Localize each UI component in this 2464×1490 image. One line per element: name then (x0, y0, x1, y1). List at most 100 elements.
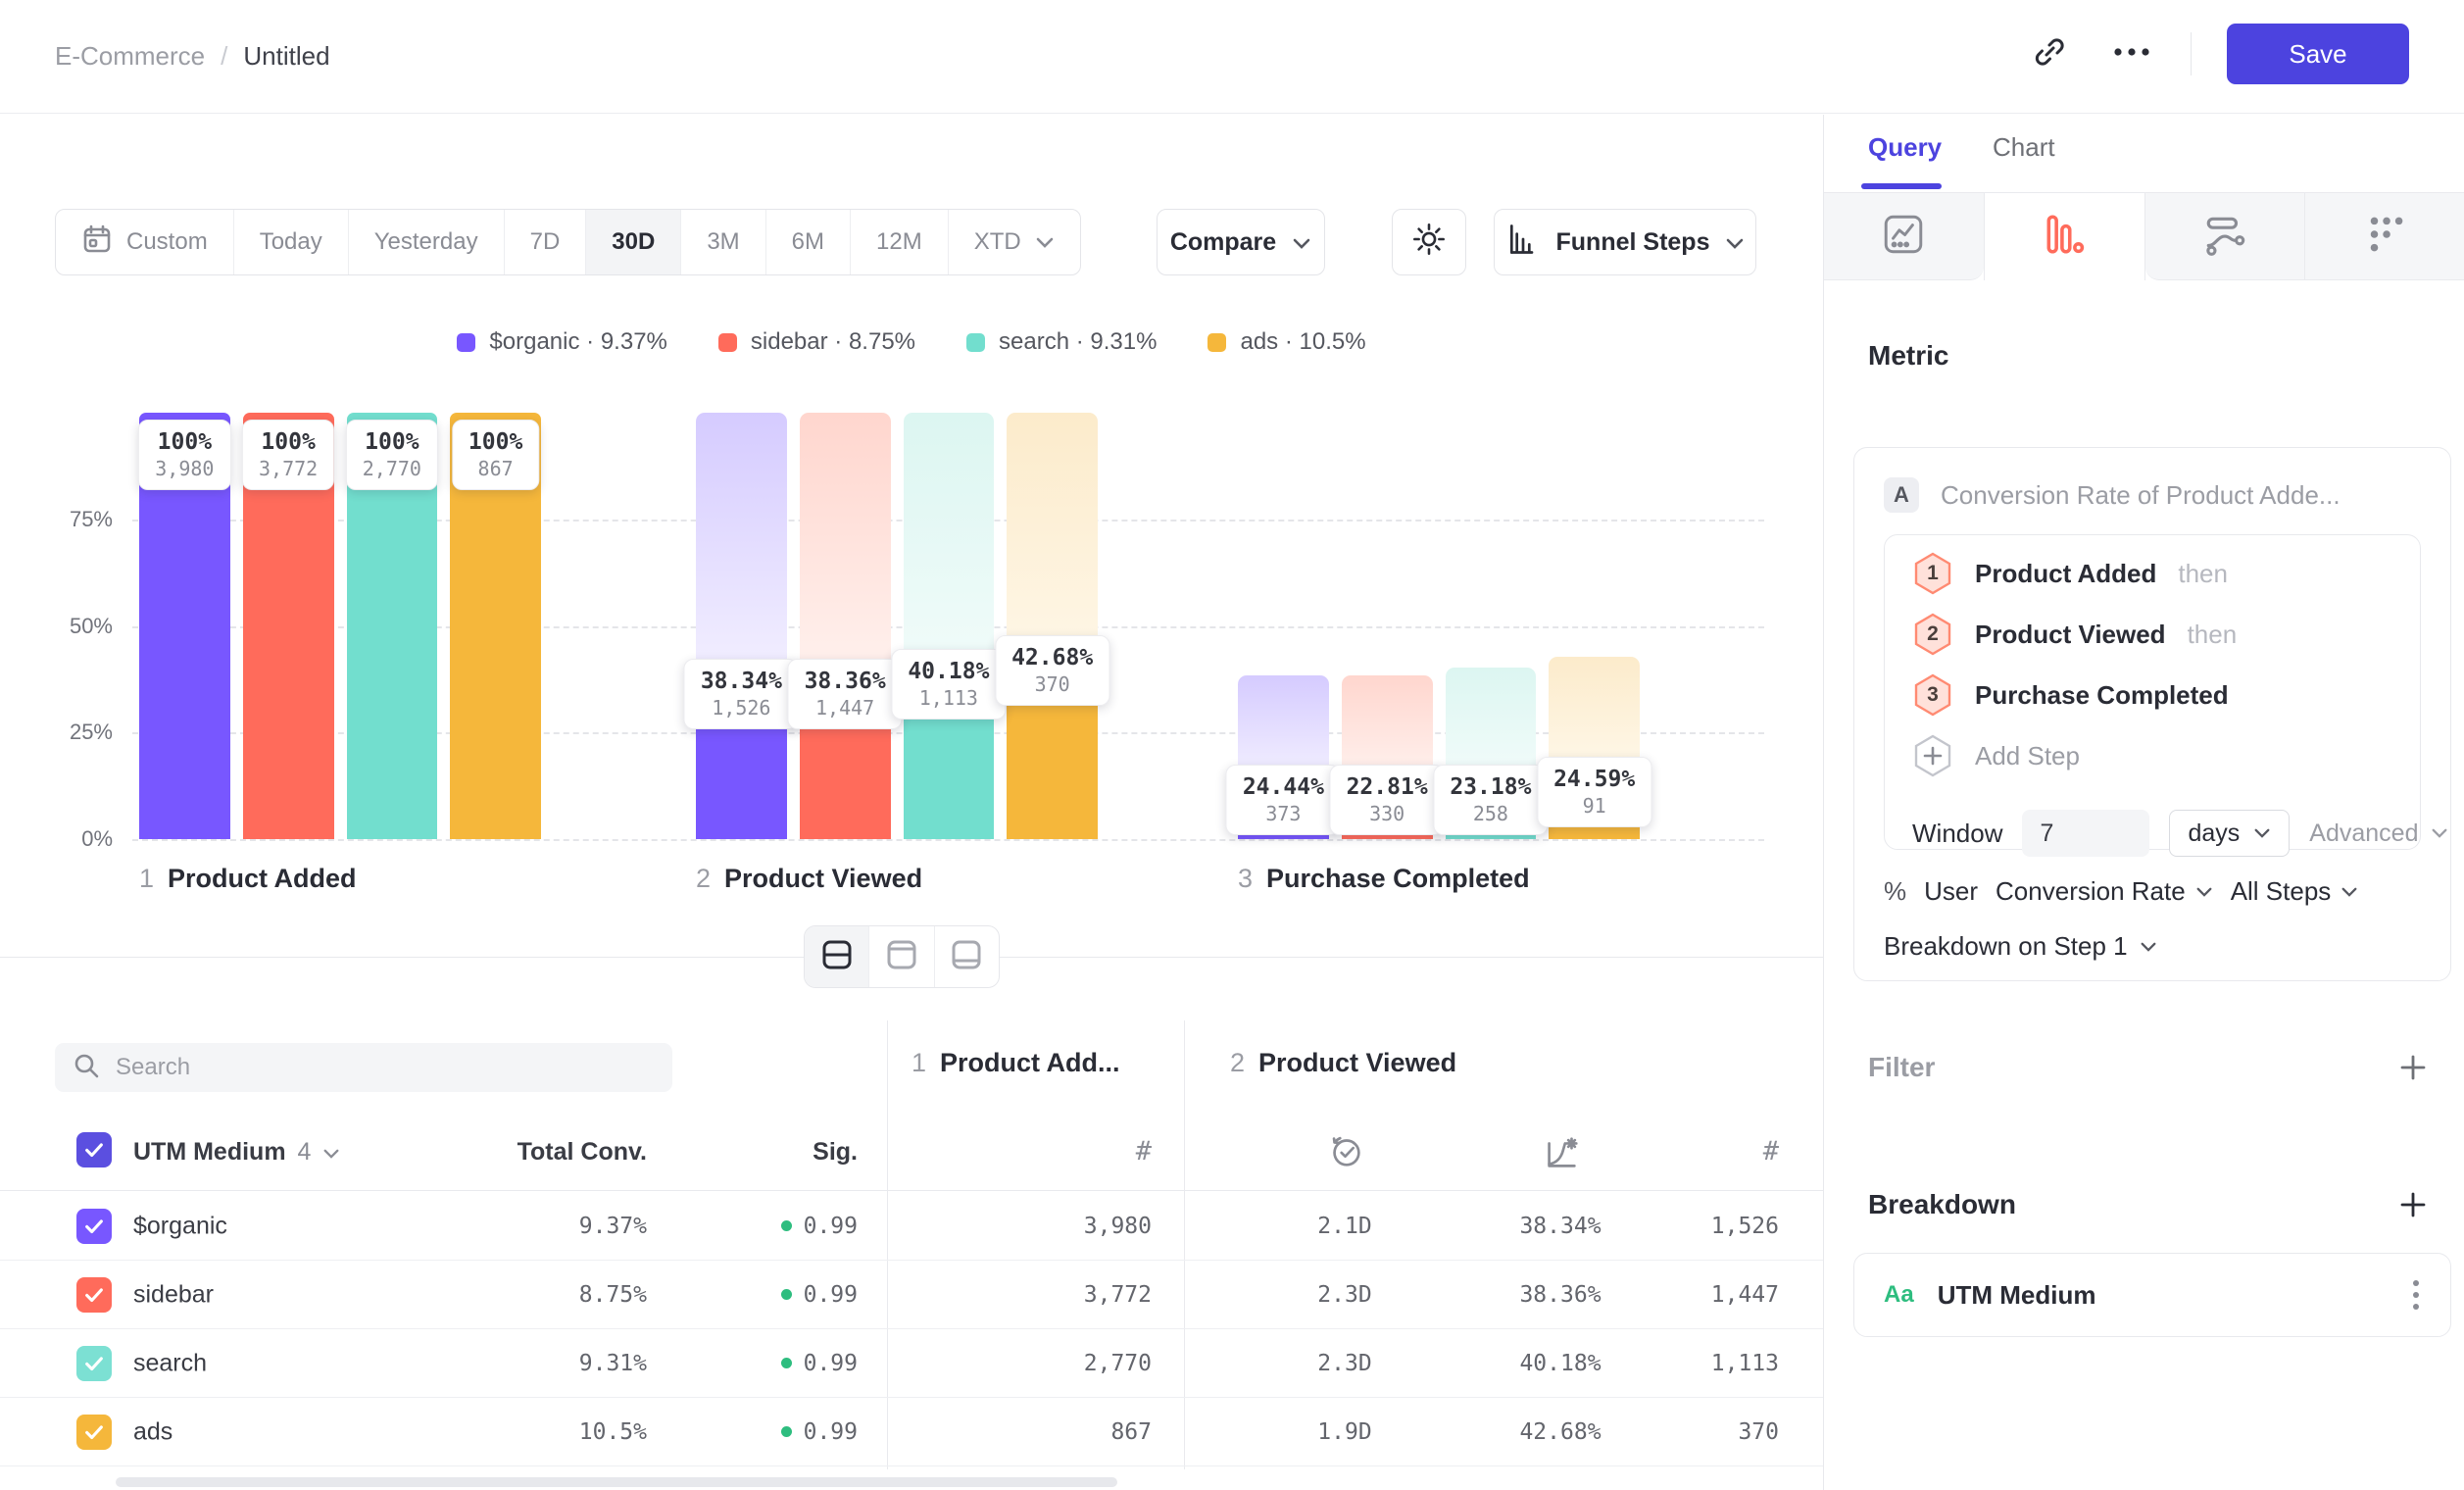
funnel-bar-search[interactable]: 23.18%258 (1446, 413, 1537, 839)
save-button[interactable]: Save (2227, 24, 2409, 84)
significance-value: 0.99 (686, 1282, 858, 1308)
date-range-30d[interactable]: 30D (585, 210, 680, 274)
funnel-bar-search[interactable]: 100%2,770 (347, 413, 438, 839)
step2-count: 1,526 (1656, 1214, 1779, 1239)
retention-chart-tab[interactable] (2304, 192, 2464, 280)
step-axis-label-3: 3Purchase Completed (1238, 864, 1530, 894)
breakdown-property-card[interactable]: Aa UTM Medium (1853, 1253, 2451, 1337)
more-options-button[interactable] (2108, 30, 2155, 77)
percent-icon[interactable]: % (1884, 876, 1906, 907)
legend-item-sidebar[interactable]: sidebar · 8.75% (718, 328, 915, 356)
table-row[interactable]: ads 10.5% 0.99 867 1.9D 42.68% 370 (0, 1398, 1823, 1466)
window-value-input[interactable] (2022, 810, 2149, 857)
table-only-view-button[interactable] (934, 926, 999, 987)
legend-item-ads[interactable]: ads · 10.5% (1207, 328, 1365, 356)
funnel-bar-search[interactable]: 40.18%1,113 (904, 413, 995, 839)
chevron-down-icon (1035, 228, 1055, 256)
steps-scope-dropdown[interactable]: All Steps (2231, 876, 2359, 907)
metric-type-dropdown[interactable]: Conversion Rate (1996, 876, 2213, 907)
count-column-header[interactable]: # (1656, 1136, 1779, 1167)
share-link-button[interactable] (2026, 30, 2073, 77)
tab-chart[interactable]: Chart (1993, 132, 2055, 163)
add-breakdown-button[interactable] (2391, 1183, 2435, 1226)
date-range-xtd[interactable]: XTD (948, 210, 1080, 274)
add-step-label: Add Step (1975, 741, 2080, 771)
compare-button[interactable]: Compare (1157, 209, 1325, 275)
entity-selector[interactable]: User (1924, 876, 1978, 907)
total-conv-column-header[interactable]: Total Conv. (431, 1138, 647, 1167)
funnel-bar-organic[interactable]: 38.34%1,526 (696, 413, 787, 839)
count-column-header[interactable]: # (1019, 1136, 1152, 1167)
funnel-bar-sidebar[interactable]: 100%3,772 (243, 413, 334, 839)
date-range-3m[interactable]: 3M (680, 210, 764, 274)
chevron-down-icon (1292, 228, 1311, 257)
breakdown-on-step-dropdown[interactable]: Breakdown on Step 1 (1884, 931, 2157, 962)
funnel-step-group-2: 38.34%1,526 38.36%1,447 40.18%1,113 42.6… (696, 413, 1098, 839)
add-step-button[interactable]: Add Step (1885, 725, 2420, 786)
breadcrumb-project[interactable]: E-Commerce (55, 41, 205, 72)
add-filter-button[interactable] (2391, 1046, 2435, 1089)
funnel-bar-ads[interactable]: 24.59%91 (1549, 413, 1640, 839)
date-range-custom[interactable]: Custom (56, 210, 233, 274)
funnel-bar-organic[interactable]: 100%3,980 (139, 413, 230, 839)
step1-count: 2,770 (1000, 1351, 1152, 1376)
step-number-badge: 3 (1912, 673, 1953, 717)
funnel-bar-ads[interactable]: 42.68%370 (1007, 413, 1098, 839)
funnel-bar-sidebar[interactable]: 38.36%1,447 (800, 413, 891, 839)
chart-only-view-button[interactable] (868, 926, 933, 987)
funnel-step-3[interactable]: 3 Purchase Completed (1885, 665, 2420, 725)
chart-type-button[interactable]: Funnel Steps (1494, 209, 1756, 275)
funnel-step-2[interactable]: 2 Product Viewed then (1885, 604, 2420, 665)
date-range-12m[interactable]: 12M (850, 210, 948, 274)
date-range-6m[interactable]: 6M (765, 210, 850, 274)
row-checkbox[interactable] (76, 1415, 112, 1450)
split-view-button[interactable] (805, 926, 868, 987)
bar-value-label: 100%2,770 (346, 420, 438, 490)
advanced-label: Advanced (2309, 820, 2418, 848)
date-range-today[interactable]: Today (233, 210, 348, 274)
bar-value-label: 100%867 (452, 420, 539, 490)
metric-title[interactable]: Conversion Rate of Product Adde... (1941, 480, 2341, 511)
breadcrumb-title[interactable]: Untitled (243, 41, 329, 72)
funnel-chart-tab[interactable] (1984, 192, 2145, 280)
chart-settings-button[interactable] (1392, 209, 1466, 275)
avg-time-column-header[interactable] (1325, 1130, 1366, 1176)
layout-view-toggle (804, 925, 1000, 988)
check-icon (83, 1421, 105, 1443)
tab-query[interactable]: Query (1868, 132, 1942, 163)
flow-chart-tab[interactable] (2145, 192, 2305, 280)
table-row[interactable]: $organic 9.37% 0.99 3,980 2.1D 38.34% 1,… (0, 1192, 1823, 1261)
row-checkbox[interactable] (76, 1209, 112, 1244)
funnel-step-group-3: 24.44%373 22.81%330 23.18%258 24.59%91 (1238, 413, 1640, 839)
row-checkbox[interactable] (76, 1346, 112, 1381)
row-checkbox[interactable] (76, 1277, 112, 1313)
date-range-yesterday[interactable]: Yesterday (348, 210, 504, 274)
sig-column-header[interactable]: Sig. (706, 1138, 858, 1167)
horizontal-scrollbar[interactable] (116, 1477, 1117, 1487)
date-range-7d[interactable]: 7D (504, 210, 586, 274)
step2-count: 1,113 (1656, 1351, 1779, 1376)
funnel-step-1[interactable]: 1 Product Added then (1885, 543, 2420, 604)
calendar-icon (81, 224, 113, 262)
kebab-menu-icon[interactable] (2411, 1278, 2421, 1312)
date-range-label: Yesterday (374, 228, 478, 256)
select-all-checkbox[interactable] (76, 1132, 112, 1167)
legend-item-organic[interactable]: $organic · 9.37% (457, 328, 666, 356)
segmentation-chart-tab[interactable] (1824, 192, 1984, 280)
table-row[interactable]: search 9.31% 0.99 2,770 2.3D 40.18% 1,11… (0, 1329, 1823, 1398)
advanced-toggle[interactable]: Advanced (2309, 820, 2447, 848)
table-row[interactable]: sidebar 8.75% 0.99 3,772 2.3D 38.36% 1,4… (0, 1261, 1823, 1329)
window-unit-select[interactable]: days (2169, 810, 2290, 857)
check-icon (83, 1353, 105, 1374)
funnel-bar-sidebar[interactable]: 22.81%330 (1342, 413, 1433, 839)
breakdown-column-header[interactable]: UTM Medium 4 (133, 1138, 340, 1167)
legend-label: sidebar · 8.75% (751, 328, 915, 356)
significance-value: 0.99 (686, 1419, 858, 1445)
search-input[interactable] (116, 1054, 655, 1081)
legend-item-search[interactable]: search · 9.31% (966, 328, 1157, 356)
conversion-chart-column-header[interactable] (1541, 1132, 1582, 1178)
ellipsis-icon (2112, 45, 2151, 63)
funnel-bar-organic[interactable]: 24.44%373 (1238, 413, 1329, 839)
funnel-bar-ads[interactable]: 100%867 (450, 413, 541, 839)
plus-icon (2398, 1053, 2428, 1082)
